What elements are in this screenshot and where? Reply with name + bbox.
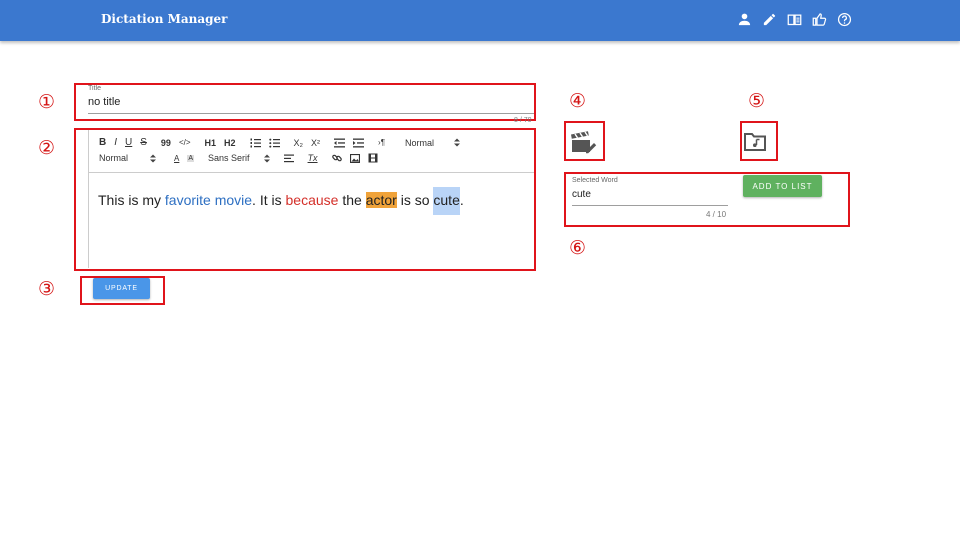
editor-toolbar-divider (88, 172, 534, 173)
pencil-icon[interactable] (761, 11, 777, 27)
word-cute-selected[interactable]: cute (433, 187, 460, 215)
image-icon[interactable] (349, 153, 360, 163)
title-label: Title (88, 85, 101, 92)
header-select[interactable]: Normal (405, 138, 434, 148)
add-to-list-button[interactable]: ADD TO LIST (743, 175, 822, 197)
annotation-box-title (74, 83, 536, 121)
underline-button[interactable]: U (125, 137, 132, 148)
text-direction-button[interactable]: ›¶ (378, 138, 385, 147)
text-segment: . It is (252, 192, 286, 208)
title-underline (88, 113, 534, 114)
editor-content[interactable]: This is my favorite movie. It is because… (98, 187, 464, 215)
header2-button[interactable]: H2 (224, 138, 236, 148)
selected-word-input[interactable]: cute (572, 189, 591, 200)
app-bar: Dictation Manager (0, 0, 960, 41)
link-icon[interactable] (331, 153, 342, 163)
superscript-button[interactable]: X² (311, 138, 320, 148)
text-segment: . (459, 192, 464, 208)
editor-toolbar-row2: Normal A A Sans Serif Tx (99, 153, 386, 163)
title-counter: 8 / 70 (514, 117, 532, 124)
text-segment: the (338, 192, 366, 208)
blockquote-button[interactable]: 99 (161, 138, 171, 148)
header-select-chevron-icon[interactable] (454, 138, 461, 147)
background-color-button[interactable]: A (187, 154, 195, 162)
selected-word-underline (572, 205, 728, 206)
clear-format-button[interactable]: Tx (308, 153, 318, 163)
marker-4: ④ (569, 90, 587, 112)
editor-border (88, 130, 89, 268)
word-actor[interactable]: actor (365, 192, 397, 208)
marker-2: ② (38, 137, 56, 159)
marker-6: ⑥ (569, 237, 587, 259)
text-segment: is so (396, 192, 434, 208)
word-because[interactable]: because (286, 192, 339, 208)
selected-word-label: Selected Word (572, 177, 618, 184)
update-button[interactable]: UPDATE (93, 278, 150, 299)
video-icon[interactable] (368, 153, 378, 163)
font-select[interactable]: Sans Serif (208, 153, 250, 163)
appbar-actions (736, 11, 852, 27)
italic-button[interactable]: I (114, 137, 117, 148)
text-segment: This is my (98, 192, 165, 208)
selected-word-counter: 4 / 10 (706, 210, 727, 219)
text-color-button[interactable]: A (174, 154, 179, 163)
title-input[interactable]: no title (88, 96, 120, 108)
movie-clapper-icon[interactable] (571, 131, 597, 160)
marker-1: ① (38, 91, 56, 113)
app-title: Dictation Manager (101, 12, 228, 26)
ordered-list-icon[interactable] (250, 138, 261, 148)
editor-toolbar-row1: B I U S 99 </> H1 H2 X₂ X² ›¶ Normal (99, 137, 468, 148)
account-icon[interactable] (736, 11, 752, 27)
help-icon[interactable] (836, 11, 852, 27)
align-icon[interactable] (283, 154, 294, 163)
bullet-list-icon[interactable] (268, 138, 280, 148)
book-icon[interactable] (786, 11, 802, 27)
size-select[interactable]: Normal (99, 153, 128, 163)
header1-button[interactable]: H1 (205, 138, 217, 148)
strike-button[interactable]: S (140, 137, 147, 148)
code-block-button[interactable]: </> (179, 138, 191, 147)
outdent-icon[interactable] (334, 138, 346, 148)
marker-3: ③ (38, 278, 56, 300)
size-select-chevron-icon[interactable] (150, 154, 157, 163)
subscript-button[interactable]: X₂ (294, 138, 304, 148)
music-folder-icon[interactable] (744, 132, 766, 156)
thumb-up-icon[interactable] (811, 11, 827, 27)
marker-5: ⑤ (748, 90, 766, 112)
font-select-chevron-icon[interactable] (263, 154, 270, 163)
indent-icon[interactable] (353, 138, 365, 148)
word-favorite-movie[interactable]: favorite movie (165, 192, 252, 208)
bold-button[interactable]: B (99, 137, 106, 148)
